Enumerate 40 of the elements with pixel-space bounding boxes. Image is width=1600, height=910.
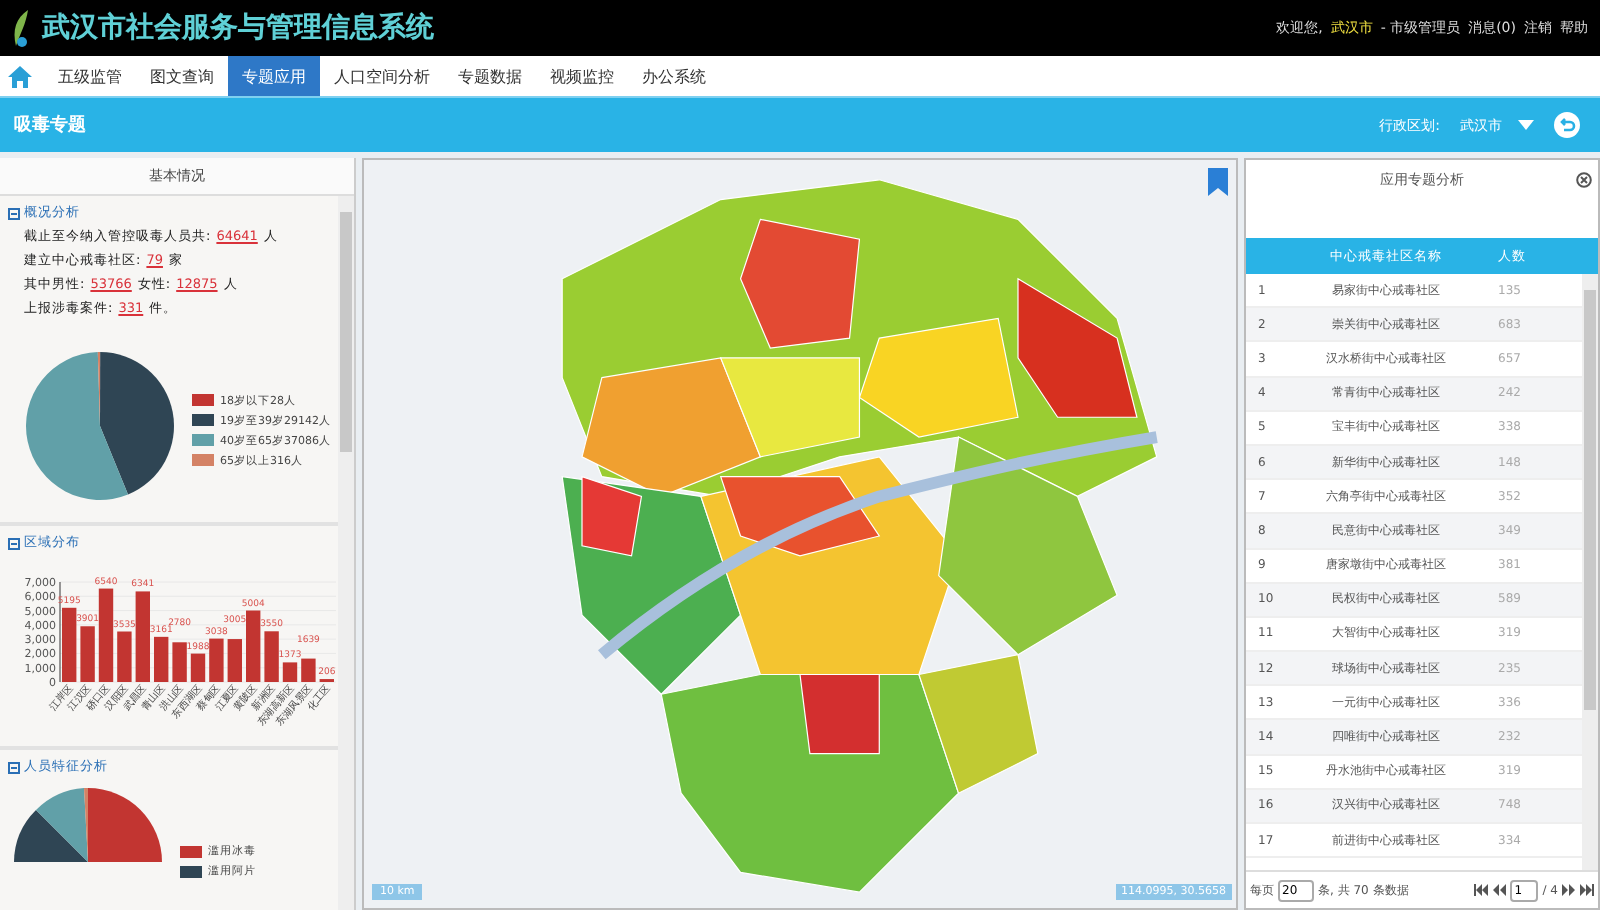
- section-icon: [8, 761, 20, 773]
- prev-page-icon[interactable]: [1492, 884, 1507, 896]
- close-icon[interactable]: [1576, 172, 1592, 188]
- bar: [209, 638, 224, 682]
- bar: [117, 631, 132, 682]
- bar: [264, 631, 279, 682]
- nav-tab[interactable]: 办公系统: [628, 56, 720, 96]
- scrollbar[interactable]: [338, 196, 354, 910]
- nav-tab[interactable]: 人口空间分析: [320, 56, 444, 96]
- first-page-icon[interactable]: [1474, 884, 1489, 896]
- nav-tab[interactable]: 专题数据: [444, 56, 536, 96]
- nav-tab[interactable]: 图文查询: [136, 56, 228, 96]
- bar: [282, 662, 298, 682]
- legend-swatch: [192, 454, 214, 466]
- bar: [227, 639, 242, 682]
- section-icon: [8, 537, 20, 549]
- caret-icon: [1518, 120, 1534, 130]
- home-icon[interactable]: [8, 65, 32, 87]
- bar: [301, 658, 316, 682]
- bookmark-icon[interactable]: [1208, 168, 1228, 196]
- legend-swatch: [192, 414, 214, 426]
- legend-swatch: [192, 434, 214, 446]
- nav-tab[interactable]: 视频监控: [536, 56, 628, 96]
- section-icon: [8, 207, 20, 219]
- last-page-icon[interactable]: [1580, 884, 1594, 896]
- bar: [135, 591, 150, 682]
- scrollbar[interactable]: [1582, 274, 1598, 870]
- bar: [62, 607, 77, 682]
- bar: [190, 653, 206, 682]
- legend-swatch: [192, 394, 214, 406]
- topic-title: 吸毒专题: [14, 112, 86, 138]
- next-page-icon[interactable]: [1562, 884, 1576, 896]
- bar: [246, 610, 261, 682]
- bar: [98, 588, 114, 682]
- bar: [80, 626, 95, 682]
- nav-tab[interactable]: 五级监管: [44, 56, 136, 96]
- nav-tab[interactable]: 专题应用: [228, 56, 320, 96]
- bar: [172, 642, 187, 682]
- bar: [154, 636, 169, 682]
- app-title: 武汉市社会服务与管理信息系统: [42, 10, 434, 46]
